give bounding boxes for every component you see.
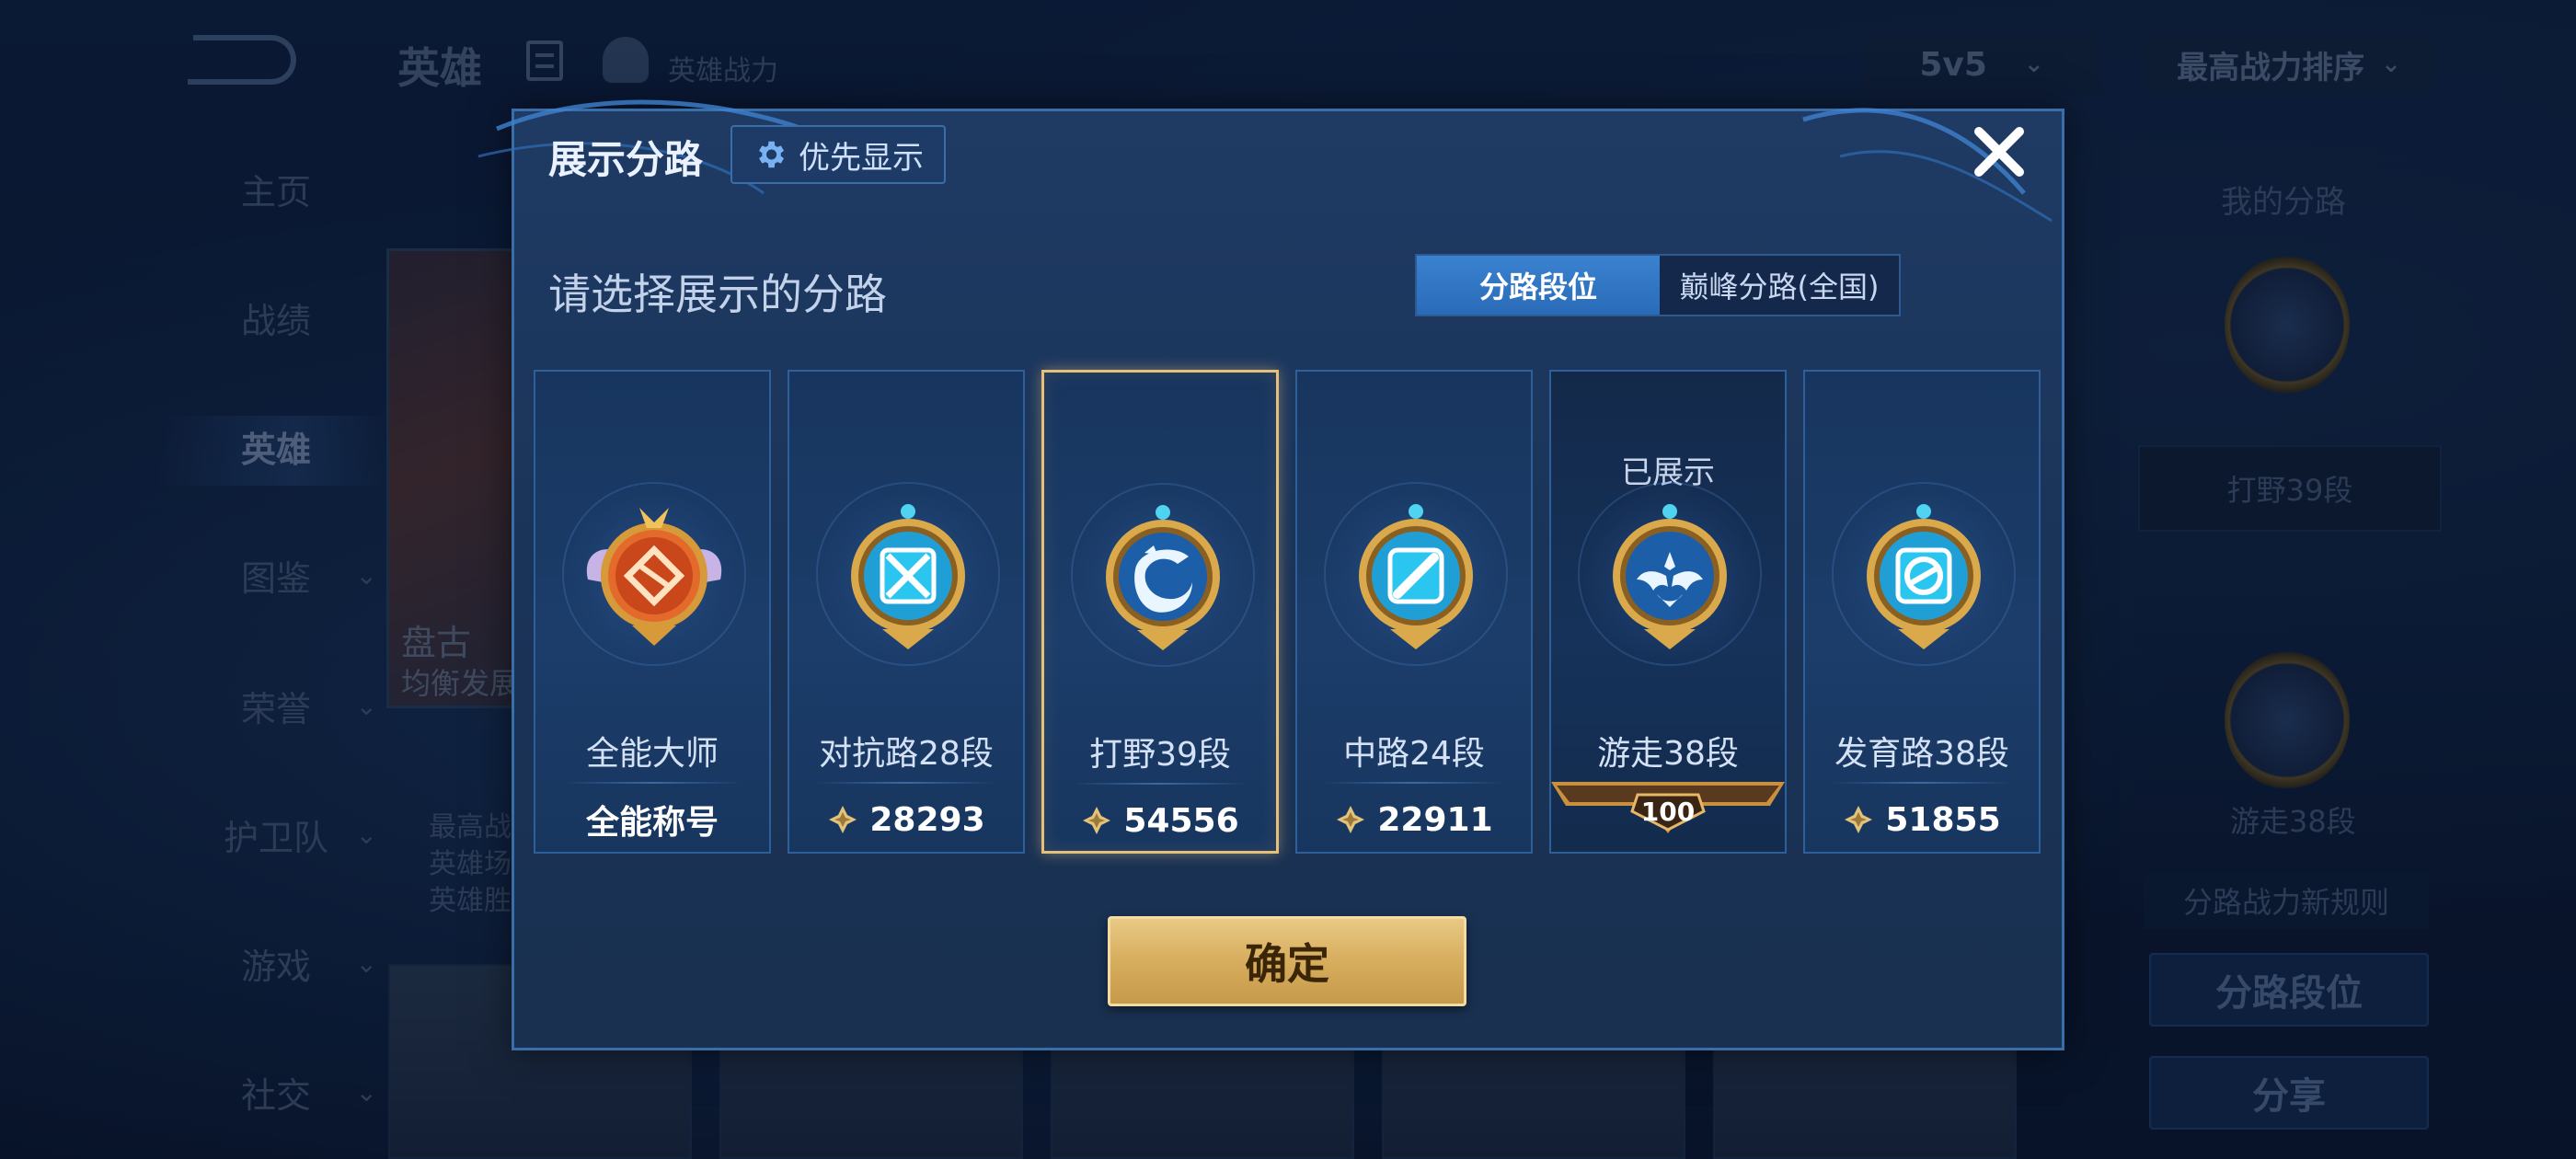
divider [563, 782, 742, 784]
dialog-subtitle: 请选择展示的分路 [548, 270, 887, 319]
divider [1833, 782, 2011, 784]
lane-power-value: 54556 [1123, 801, 1239, 840]
power-icon [829, 806, 857, 833]
lane-power-value: 22911 [1377, 800, 1493, 839]
mid-lane-emblem-icon [1359, 504, 1473, 649]
lane-tab-group: 分路段位 巅峰分路(全国) [1415, 254, 1901, 316]
farm-lane-emblem-icon [1867, 504, 1981, 649]
roam-emblem-icon [1613, 504, 1727, 649]
divider [1072, 783, 1248, 785]
priority-display-label: 优先显示 [799, 139, 924, 177]
priority-display-button[interactable]: 优先显示 [730, 125, 946, 184]
lane-power: 28293 [789, 793, 1023, 846]
divider [1325, 782, 1503, 784]
lane-card-jungle[interactable]: 打野39段 54556 [1041, 370, 1279, 854]
confirm-button[interactable]: 确定 [1108, 916, 1466, 1006]
lane-card-farm[interactable]: 发育路38段 51855 [1803, 370, 2041, 854]
power-icon [1083, 807, 1111, 834]
lane-name: 游走38段 [1597, 735, 1739, 773]
lane-card-roam[interactable]: 已展示 游走38段 100 [1549, 370, 1787, 854]
lane-name: 打野39段 [1089, 736, 1231, 774]
tab-peak-lane[interactable]: 巅峰分路(全国) [1660, 256, 1899, 315]
peak-rank-banner: 100 [1551, 776, 1785, 854]
close-button[interactable] [1967, 120, 2031, 184]
lane-power: 51855 [1805, 793, 2039, 846]
lane-card-clash[interactable]: 对抗路28段 28293 [788, 370, 1025, 854]
lane-power-value: 51855 [1885, 800, 2001, 839]
lane-power: 54556 [1044, 794, 1276, 847]
all-round-master-emblem-icon [586, 508, 722, 646]
lane-name: 中路24段 [1343, 735, 1485, 773]
dialog-title: 展示分路 [548, 137, 704, 182]
lane-power-value: 28293 [869, 800, 985, 839]
lane-card-mid[interactable]: 中路24段 22911 [1295, 370, 1533, 854]
power-icon [1337, 806, 1365, 833]
gear-icon [759, 141, 785, 168]
jungle-emblem-icon [1106, 505, 1220, 650]
peak-rank-value: 100 [1640, 796, 1696, 827]
lane-name: 全能大师 [585, 735, 719, 773]
close-icon [1974, 127, 2024, 177]
lane-name: 对抗路28段 [819, 735, 994, 773]
lane-title-label: 全能称号 [535, 793, 769, 846]
lane-name: 发育路38段 [1834, 735, 2009, 773]
lane-power: 22911 [1297, 793, 1531, 846]
lane-bottom-text: 全能称号 [585, 804, 719, 842]
tab-lane-rank[interactable]: 分路段位 [1417, 256, 1660, 315]
power-icon [1845, 806, 1873, 833]
clash-lane-emblem-icon [851, 504, 965, 649]
divider [817, 782, 995, 784]
lane-card-all-round[interactable]: 全能大师 全能称号 [534, 370, 771, 854]
